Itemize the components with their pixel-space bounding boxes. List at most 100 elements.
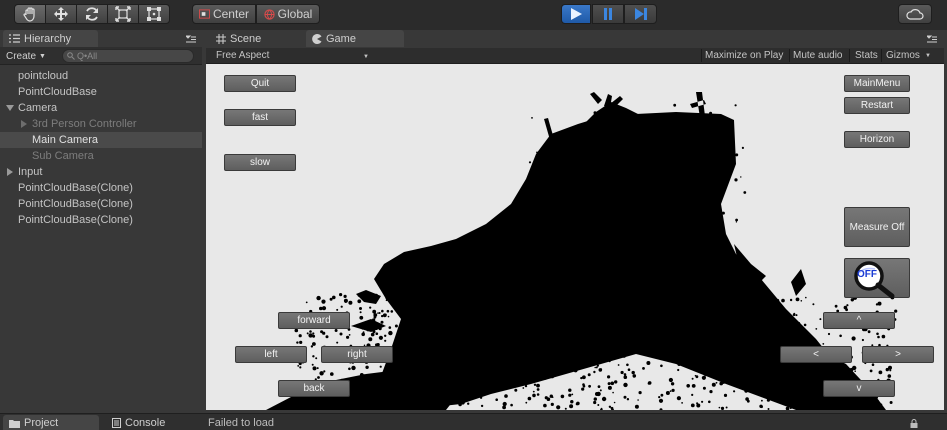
hierarchy-item-label: Camera xyxy=(18,102,58,114)
hierarchy-item-label: PointCloudBase(Clone) xyxy=(18,198,133,210)
pivot-center-toggle[interactable]: Center xyxy=(192,4,256,24)
hierarchy-item[interactable]: Input xyxy=(0,164,202,180)
main-toolbar: Center Global xyxy=(0,0,947,30)
mute-audio-toggle[interactable]: Mute audio xyxy=(793,50,842,61)
hierarchy-tab-label: Hierarchy xyxy=(24,32,72,45)
hierarchy-item-label: Input xyxy=(18,166,43,178)
bottom-bar: Project Console Failed to load xyxy=(0,413,947,430)
search-placeholder: Q•All xyxy=(77,51,98,61)
move-icon xyxy=(54,7,68,21)
create-label: Create xyxy=(6,50,37,62)
pivot-icon xyxy=(199,9,210,19)
magnifier-icon xyxy=(854,261,895,299)
hierarchy-item[interactable]: Sub Camera xyxy=(0,148,202,164)
collapse-arrow-icon[interactable] xyxy=(20,120,28,128)
game-view-toolbar: Free Aspect ▼ Maximize on Play Mute audi… xyxy=(206,48,944,64)
move-tool-button[interactable] xyxy=(45,4,77,24)
create-dropdown[interactable]: Create ▼ xyxy=(6,49,46,63)
toolbar-divider xyxy=(701,49,702,62)
search-icon xyxy=(67,52,75,60)
hierarchy-item-label: PointCloudBase xyxy=(18,86,97,98)
hierarchy-item[interactable]: PointCloudBase xyxy=(0,84,202,100)
maximize-on-play-toggle[interactable]: Maximize on Play xyxy=(705,50,783,61)
scale-tool-button[interactable] xyxy=(107,4,139,24)
stats-toggle[interactable]: Stats xyxy=(855,50,878,61)
space-label: Global xyxy=(277,7,313,21)
hierarchy-search-input[interactable]: Q•All xyxy=(62,49,194,63)
hierarchy-item[interactable]: PointCloudBase(Clone) xyxy=(0,212,202,228)
tab-hierarchy[interactable]: Hierarchy xyxy=(3,30,98,47)
hierarchy-item-label: PointCloudBase(Clone) xyxy=(18,182,133,194)
hierarchy-item-label: pointcloud xyxy=(18,70,69,82)
project-tab-label: Project xyxy=(24,417,59,429)
up-button[interactable]: ^ xyxy=(823,312,895,329)
hierarchy-panel: Hierarchy Create ▼ Q•All pointcloud Point… xyxy=(0,30,202,413)
console-tab-label: Console xyxy=(125,417,166,429)
left-button[interactable]: left xyxy=(235,346,307,363)
rect-tool-button[interactable] xyxy=(138,4,170,24)
space-global-toggle[interactable]: Global xyxy=(256,4,320,24)
hierarchy-item[interactable]: Main Camera xyxy=(0,132,202,148)
main-menu-button[interactable]: MainMenu xyxy=(844,75,910,92)
scale-icon xyxy=(115,6,131,22)
chevron-down-icon: ▼ xyxy=(925,53,931,59)
hierarchy-item[interactable]: pointcloud xyxy=(0,68,202,84)
view-menu-icon[interactable] xyxy=(927,35,937,43)
tab-game[interactable]: Game xyxy=(306,30,404,47)
slow-button[interactable]: slow xyxy=(224,154,296,171)
hierarchy-item-label: 3rd Person Controller xyxy=(32,118,137,130)
hierarchy-item[interactable]: PointCloudBase(Clone) xyxy=(0,180,202,196)
back-button[interactable]: back xyxy=(278,380,350,397)
tab-scene[interactable]: Scene xyxy=(210,30,310,47)
expand-arrow-icon[interactable] xyxy=(6,104,14,112)
hierarchy-item[interactable]: Camera xyxy=(0,100,202,116)
hand-tool-button[interactable] xyxy=(14,4,46,24)
status-message: Failed to load xyxy=(208,417,275,429)
game-view[interactable]: Quit fast slow MainMenu Restart Horizon … xyxy=(206,64,944,410)
pivot-label: Center xyxy=(212,7,249,21)
aspect-dropdown[interactable]: Free Aspect xyxy=(216,50,269,61)
horizon-button[interactable]: Horizon xyxy=(844,131,910,148)
collapse-arrow-icon[interactable] xyxy=(6,168,14,176)
gizmos-dropdown[interactable]: Gizmos xyxy=(886,50,920,61)
measure-toggle-button[interactable]: Measure Off xyxy=(844,207,910,247)
chevron-down-icon: ▼ xyxy=(39,52,46,60)
chevron-down-icon: ▼ xyxy=(363,54,369,60)
tab-project[interactable]: Project xyxy=(3,415,99,430)
right-button[interactable]: right xyxy=(321,346,393,363)
step-button[interactable] xyxy=(624,4,657,24)
pause-button[interactable] xyxy=(592,4,624,24)
magnifier-off-label: OFF xyxy=(857,269,877,280)
hierarchy-item-label: Main Camera xyxy=(32,134,99,146)
lock-icon[interactable] xyxy=(910,419,918,428)
restart-button[interactable]: Restart xyxy=(844,97,910,114)
view-tab-bar: Scene Game xyxy=(202,30,947,48)
toolbar-divider xyxy=(849,49,850,62)
hierarchy-toolbar: Create ▼ Q•All xyxy=(0,47,202,65)
console-icon xyxy=(112,418,121,428)
rotate-icon xyxy=(86,7,98,21)
cloud-icon xyxy=(906,9,924,20)
globe-icon xyxy=(264,8,275,20)
tab-console[interactable]: Console xyxy=(106,415,196,430)
hierarchy-item[interactable]: 3rd Person Controller xyxy=(0,116,202,132)
next-button[interactable]: > xyxy=(862,346,934,363)
grid-icon xyxy=(216,33,226,44)
hierarchy-item[interactable]: PointCloudBase(Clone) xyxy=(0,196,202,212)
forward-button[interactable]: forward xyxy=(278,312,350,329)
rotate-tool-button[interactable] xyxy=(76,4,108,24)
quit-button[interactable]: Quit xyxy=(224,75,296,92)
play-button[interactable] xyxy=(561,4,591,24)
prev-button[interactable]: < xyxy=(780,346,852,363)
panel-menu-icon[interactable] xyxy=(186,35,196,43)
pacman-icon xyxy=(312,33,322,44)
play-icon xyxy=(571,8,582,20)
rect-transform-icon xyxy=(147,7,161,21)
pause-icon xyxy=(604,8,612,20)
hand-icon xyxy=(23,7,35,22)
magnifier-toggle-button[interactable]: OFF xyxy=(844,258,910,299)
down-button[interactable]: v xyxy=(823,380,895,397)
fast-button[interactable]: fast xyxy=(224,109,296,126)
cloud-services-button[interactable] xyxy=(898,4,932,24)
folder-icon xyxy=(9,419,20,428)
